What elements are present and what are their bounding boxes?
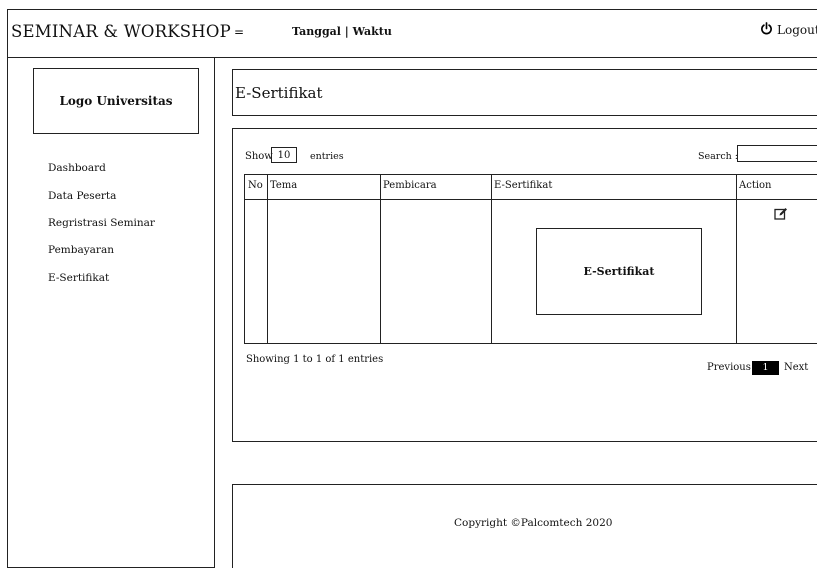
sidebar-item-dashboard[interactable]: Dashboard (48, 162, 106, 174)
date-time-display: Tanggal | Waktu (292, 25, 392, 38)
app-title: SEMINAR & WORKSHOP (11, 22, 231, 41)
logout-label: Logout (777, 23, 817, 37)
certificate-preview: E-Sertifikat (536, 228, 702, 315)
search-input[interactable] (737, 145, 817, 162)
previous-page-button[interactable]: Previous (707, 362, 751, 373)
search-label: Search : (698, 151, 738, 162)
column-header-no: No (248, 180, 263, 191)
sidebar-item-data-peserta[interactable]: Data Peserta (48, 190, 116, 202)
column-divider (491, 175, 492, 343)
column-divider (736, 175, 737, 343)
sidebar-item-registrasi-seminar[interactable]: Regristrasi Seminar (48, 217, 155, 229)
sidebar (7, 58, 215, 568)
sidebar-item-pembayaran[interactable]: Pembayaran (48, 244, 114, 256)
menu-toggle-icon[interactable]: = (234, 25, 244, 39)
logout-button[interactable]: Logout (760, 22, 817, 38)
copyright-text: Copyright ©Palcomtech 2020 (454, 517, 613, 529)
university-logo: Logo Universitas (33, 68, 199, 134)
entries-label: entries (310, 151, 344, 162)
table-header-divider (245, 199, 817, 200)
power-icon (760, 22, 773, 38)
column-divider (380, 175, 381, 343)
edit-icon[interactable] (774, 205, 788, 220)
next-page-button[interactable]: Next (784, 362, 808, 373)
column-header-e-sertifikat: E-Sertifikat (494, 180, 553, 191)
data-table (244, 174, 817, 344)
entries-select[interactable]: 10 (271, 147, 297, 163)
column-header-tema: Tema (270, 180, 298, 191)
table-info: Showing 1 to 1 of 1 entries (246, 354, 384, 365)
page-title: E-Sertifikat (235, 84, 323, 102)
sidebar-item-e-sertifikat[interactable]: E-Sertifikat (48, 272, 109, 284)
show-label: Show (245, 151, 273, 162)
page-number-button[interactable]: 1 (752, 361, 779, 375)
column-divider (267, 175, 268, 343)
column-header-pembicara: Pembicara (383, 180, 437, 191)
column-header-action: Action (739, 180, 772, 191)
